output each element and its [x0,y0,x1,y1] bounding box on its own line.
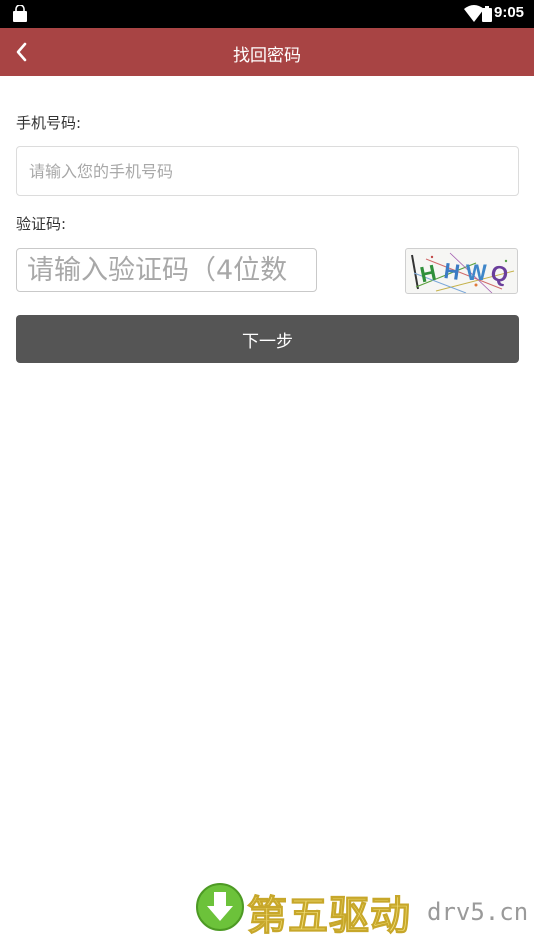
page-title: 找回密码 [233,46,301,66]
watermark: 第五驱动 drv5.cn [195,880,529,940]
shopping-bag-icon [13,5,27,22]
app-header: 找回密码 [0,28,534,76]
captcha-image[interactable]: H H W Q [405,248,518,294]
phone-input[interactable] [16,146,519,196]
captcha-char: H [418,260,439,288]
captcha-char: H [442,258,461,285]
status-bar: 9:05 [0,0,534,28]
wifi-icon [464,5,484,22]
battery-icon [482,6,492,22]
phone-label: 手机号码: [16,114,82,132]
download-arrow-icon [196,883,244,931]
captcha-char: Q [489,260,510,288]
status-time: 9:05 [494,4,525,21]
watermark-text-en: drv5.cn [427,898,529,926]
watermark-text-cn: 第五驱动 [247,893,411,940]
next-step-button[interactable]: 下一步 [16,315,519,363]
captcha-char: W [466,260,487,285]
verification-code-input[interactable] [16,248,317,292]
verification-code-label: 验证码: [16,215,67,233]
